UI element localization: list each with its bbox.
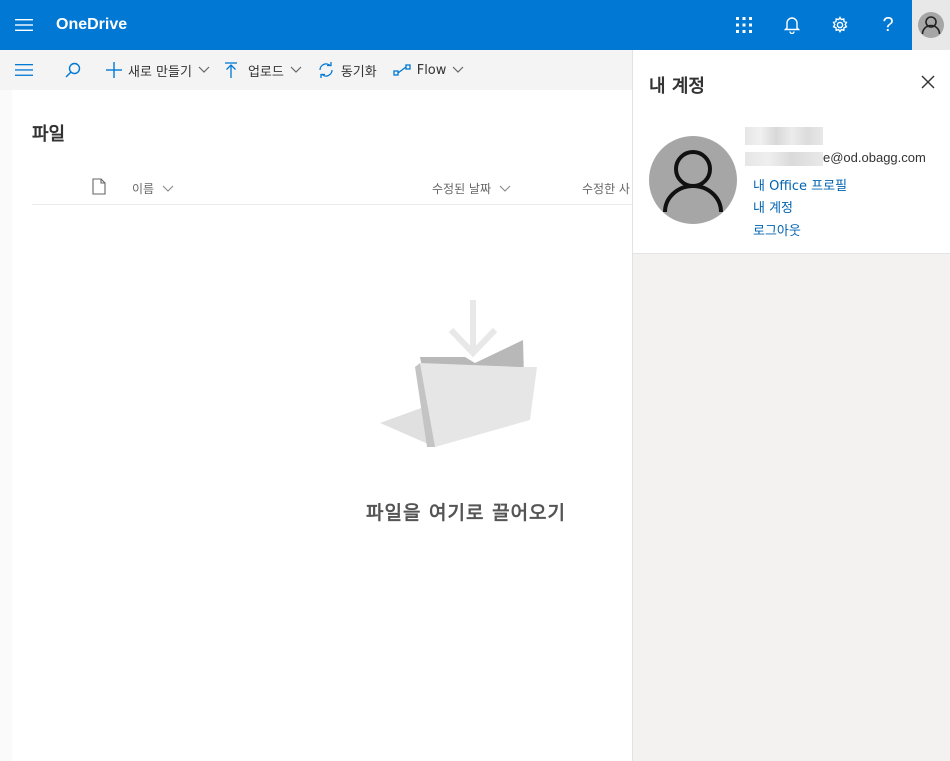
nav-toggle-button[interactable]	[0, 50, 48, 90]
chevron-down-icon	[499, 185, 511, 192]
bell-icon	[784, 17, 800, 34]
upload-button[interactable]: 업로드	[224, 50, 302, 90]
modified-column-label: 수정된 날짜	[432, 182, 492, 196]
account-avatar-button[interactable]	[912, 0, 950, 50]
empty-folder-illustration	[365, 295, 545, 459]
chevron-down-icon	[452, 66, 464, 73]
document-icon	[92, 178, 106, 195]
sign-out-link[interactable]: 로그아웃	[753, 220, 801, 239]
search-icon	[65, 62, 81, 78]
email-redacted	[745, 152, 823, 166]
sync-label: 동기화	[340, 64, 377, 80]
modified-by-column-header[interactable]: 수정한 사	[582, 180, 632, 197]
nav-menu-button[interactable]	[0, 0, 48, 50]
flow-button[interactable]: Flow	[393, 50, 465, 90]
chevron-down-icon	[198, 66, 210, 73]
list-header: 이름 수정된 날짜 수정한 사	[32, 170, 632, 205]
close-panel-button[interactable]	[916, 70, 940, 94]
flow-label: Flow	[416, 62, 447, 78]
file-type-column[interactable]	[92, 178, 106, 195]
avatar-icon	[918, 12, 944, 38]
settings-button[interactable]	[816, 0, 864, 50]
chevron-down-icon	[162, 185, 174, 192]
help-button[interactable]: ?	[864, 0, 912, 50]
name-column-header[interactable]: 이름	[132, 180, 174, 197]
user-email: e@od.obagg.com	[823, 150, 926, 165]
flow-icon	[393, 64, 411, 76]
office-profile-link[interactable]: 내 Office 프로필	[753, 175, 847, 194]
close-icon	[921, 75, 935, 89]
person-icon	[663, 150, 723, 213]
chevron-down-icon	[290, 66, 302, 73]
hamburger-icon	[15, 19, 33, 31]
account-panel-header: 내 계정	[633, 50, 950, 114]
modified-by-column-label: 수정한 사	[582, 182, 630, 196]
app-launcher-button[interactable]	[720, 0, 768, 50]
account-panel-title: 내 계정	[649, 76, 705, 97]
sync-button[interactable]: 동기화	[317, 50, 377, 90]
help-icon: ?	[882, 13, 894, 36]
upload-label: 업로드	[247, 64, 284, 80]
name-column-label: 이름	[132, 182, 155, 196]
plus-icon	[106, 62, 122, 78]
page-title: 파일	[32, 124, 66, 145]
user-name-redacted	[745, 127, 823, 145]
suite-bar: OneDrive ?	[0, 0, 950, 50]
modified-column-header[interactable]: 수정된 날짜	[432, 180, 511, 197]
upload-icon	[224, 62, 237, 78]
new-button[interactable]: 새로 만들기	[106, 50, 210, 90]
search-button[interactable]	[48, 50, 98, 90]
new-label: 새로 만들기	[128, 64, 192, 80]
profile-avatar	[649, 136, 737, 224]
sync-icon	[319, 62, 333, 78]
notifications-button[interactable]	[768, 0, 816, 50]
gear-icon	[832, 16, 848, 34]
app-brand[interactable]: OneDrive	[56, 16, 127, 34]
my-account-link[interactable]: 내 계정	[753, 197, 793, 216]
app-launcher-icon	[736, 17, 752, 33]
left-rail	[0, 90, 12, 761]
account-panel: 내 계정 e@od.obagg.com 내 Office 프로필 내 계정 로그…	[632, 50, 950, 761]
account-card: e@od.obagg.com 내 Office 프로필 내 계정 로그아웃	[633, 114, 950, 254]
hamburger-icon	[15, 64, 33, 76]
command-bar: 새로 만들기 업로드 동기화 Flow	[0, 50, 632, 90]
